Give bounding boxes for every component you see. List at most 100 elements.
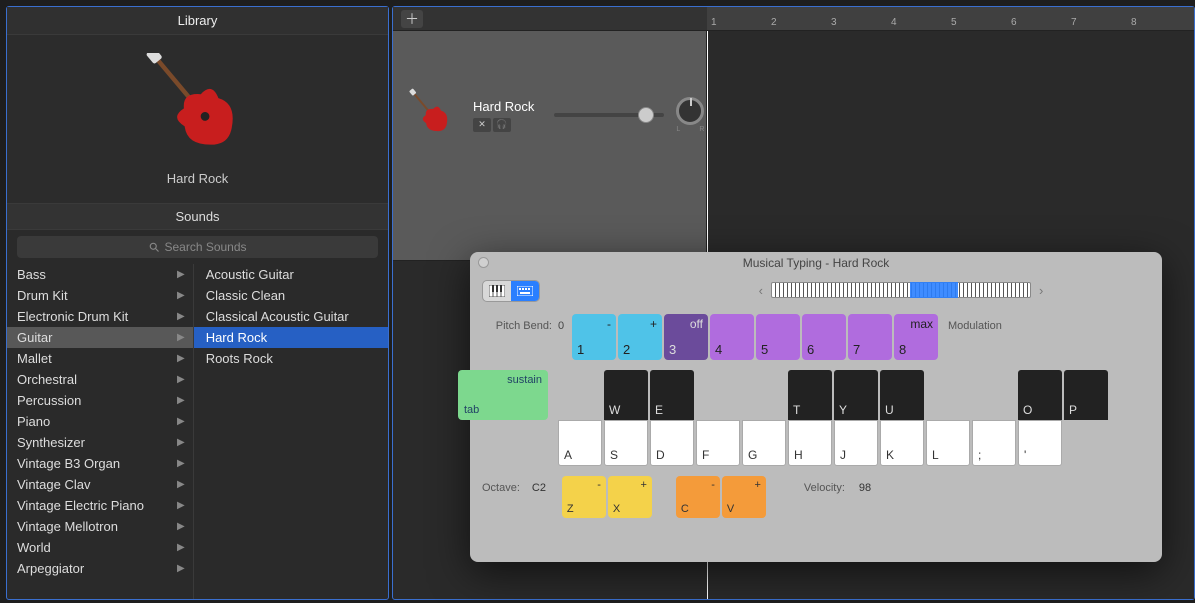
category-list: Bass▶Drum Kit▶Electronic Drum Kit▶Guitar…	[7, 264, 194, 599]
preset-item[interactable]: Classical Acoustic Guitar	[194, 306, 388, 327]
category-item[interactable]: Mallet▶	[7, 348, 193, 369]
mini-keyboard[interactable]	[771, 282, 1031, 298]
preset-list: Acoustic GuitarClassic CleanClassical Ac…	[194, 264, 388, 599]
mod-key[interactable]: 6	[802, 314, 846, 360]
pitch-mod-keys: -1+2off34567max8	[572, 314, 938, 360]
white-key[interactable]: F	[696, 420, 740, 466]
white-key[interactable]: G	[742, 420, 786, 466]
velocity-value: 98	[859, 476, 871, 494]
library-columns: Bass▶Drum Kit▶Electronic Drum Kit▶Guitar…	[7, 264, 388, 599]
white-key[interactable]: '	[1018, 420, 1062, 466]
pan-right-label: R	[699, 126, 704, 133]
category-item[interactable]: Vintage B3 Organ▶	[7, 453, 193, 474]
range-left-arrow[interactable]: ‹	[759, 283, 763, 298]
black-key[interactable]: W	[604, 370, 648, 420]
category-item[interactable]: Electronic Drum Kit▶	[7, 306, 193, 327]
mod-key[interactable]: max8	[894, 314, 938, 360]
keyboard-range: ‹ ›	[660, 280, 1142, 300]
category-item[interactable]: Vintage Mellotron▶	[7, 516, 193, 537]
piano-view-tab[interactable]	[483, 281, 511, 301]
white-key[interactable]: S	[604, 420, 648, 466]
track-header[interactable]: Hard Rock ✕ 🎧 LR	[393, 31, 707, 261]
category-item[interactable]: Percussion▶	[7, 390, 193, 411]
mod-key[interactable]: off3	[664, 314, 708, 360]
category-item[interactable]: Drum Kit▶	[7, 285, 193, 306]
category-item[interactable]: Bass▶	[7, 264, 193, 285]
black-key[interactable]: O	[1018, 370, 1062, 420]
velocity-key[interactable]: +V	[722, 476, 766, 518]
timeline-number: 5	[951, 17, 1011, 30]
mod-key[interactable]: -1	[572, 314, 616, 360]
range-right-arrow[interactable]: ›	[1039, 283, 1043, 298]
white-key[interactable]: D	[650, 420, 694, 466]
solo-button[interactable]: 🎧	[493, 118, 511, 132]
black-key[interactable]: U	[880, 370, 924, 420]
library-preview: Hard Rock	[7, 35, 388, 203]
timeline-number: 1	[711, 17, 771, 30]
timeline-number: 7	[1071, 17, 1131, 30]
black-key[interactable]: E	[650, 370, 694, 420]
white-key[interactable]: J	[834, 420, 878, 466]
category-item[interactable]: Synthesizer▶	[7, 432, 193, 453]
musical-typing-window: Musical Typing - Hard Rock ‹ › Pitch Ben…	[470, 252, 1162, 562]
octave-value: C2	[532, 476, 554, 494]
typing-view-tab[interactable]	[511, 281, 539, 301]
guitar-icon	[128, 53, 268, 163]
timeline-number: 6	[1011, 17, 1071, 30]
sustain-label: sustain	[464, 374, 542, 386]
octave-key[interactable]: +X	[608, 476, 652, 518]
volume-thumb[interactable]	[638, 107, 654, 123]
pitch-bend-zero: 0	[558, 314, 566, 332]
velocity-key[interactable]: -C	[676, 476, 720, 518]
black-key[interactable]: Y	[834, 370, 878, 420]
timeline-number: 3	[831, 17, 891, 30]
category-item[interactable]: World▶	[7, 537, 193, 558]
timeline-number: 2	[771, 17, 831, 30]
timeline-number: 4	[891, 17, 951, 30]
add-track-button[interactable]: ＋	[401, 10, 423, 28]
category-item[interactable]: Piano▶	[7, 411, 193, 432]
library-title: Library	[7, 7, 388, 35]
category-item[interactable]: Orchestral▶	[7, 369, 193, 390]
preset-item[interactable]: Roots Rock	[194, 348, 388, 369]
preset-item[interactable]: Acoustic Guitar	[194, 264, 388, 285]
octave-velocity-row: Octave: C2 -Z+X -C+V Velocity: 98	[554, 476, 1150, 518]
mod-key[interactable]: +2	[618, 314, 662, 360]
mute-button[interactable]: ✕	[473, 118, 491, 132]
white-key[interactable]: A	[558, 420, 602, 466]
sustain-keycap: tab	[464, 404, 542, 416]
timeline-ruler[interactable]: 12345678	[707, 7, 1194, 31]
library-panel: Library Hard Rock Sounds Search Sounds B…	[6, 6, 389, 600]
white-key[interactable]: H	[788, 420, 832, 466]
search-placeholder: Search Sounds	[164, 240, 246, 254]
white-key[interactable]: ;	[972, 420, 1016, 466]
timeline-number: 8	[1131, 17, 1191, 30]
pan-knob[interactable]	[676, 97, 704, 125]
category-item[interactable]: Arpeggiator▶	[7, 558, 193, 579]
sustain-key[interactable]: sustain tab	[458, 370, 548, 420]
mod-key[interactable]: 7	[848, 314, 892, 360]
preset-item[interactable]: Classic Clean	[194, 285, 388, 306]
mt-titlebar[interactable]: Musical Typing - Hard Rock	[470, 252, 1162, 274]
preset-item[interactable]: Hard Rock	[194, 327, 388, 348]
black-key[interactable]: P	[1064, 370, 1108, 420]
velocity-keys: -C+V	[676, 476, 766, 518]
white-key[interactable]: L	[926, 420, 970, 466]
typing-keyboard: sustain tab WETYUOP ASDFGHJKL;'	[482, 370, 1150, 468]
keyboard-icon	[517, 286, 533, 296]
volume-slider[interactable]	[554, 113, 664, 117]
category-item[interactable]: Vintage Clav▶	[7, 474, 193, 495]
mod-key[interactable]: 5	[756, 314, 800, 360]
category-item[interactable]: Guitar▶	[7, 327, 193, 348]
octave-label: Octave:	[482, 476, 524, 494]
track-name: Hard Rock	[473, 99, 534, 114]
mod-key[interactable]: 4	[710, 314, 754, 360]
white-key[interactable]: K	[880, 420, 924, 466]
search-input[interactable]: Search Sounds	[17, 236, 378, 258]
close-button[interactable]	[478, 257, 489, 268]
search-icon	[148, 241, 160, 253]
octave-key[interactable]: -Z	[562, 476, 606, 518]
category-item[interactable]: Vintage Electric Piano▶	[7, 495, 193, 516]
range-selection[interactable]	[910, 282, 958, 298]
black-key[interactable]: T	[788, 370, 832, 420]
